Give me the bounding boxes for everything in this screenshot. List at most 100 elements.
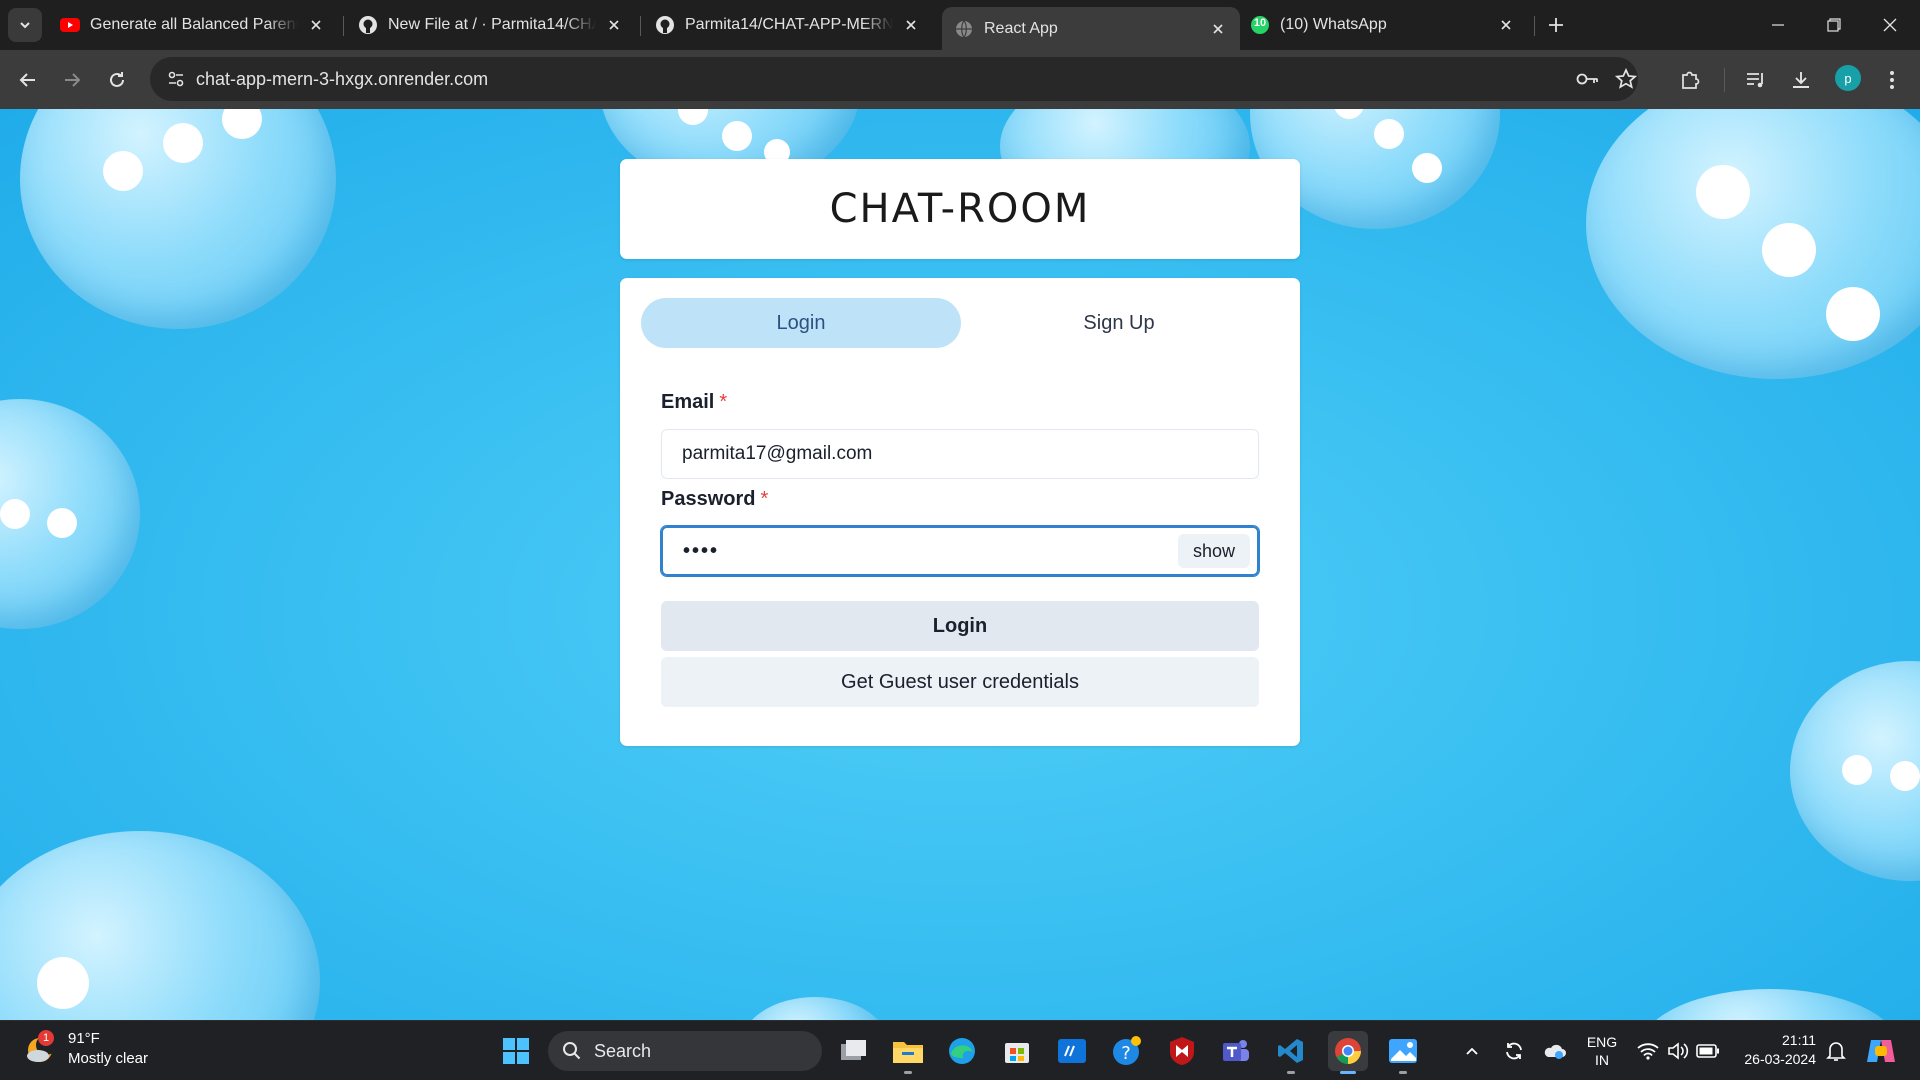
microsoft-store-app[interactable]	[997, 1031, 1037, 1071]
tab-signup[interactable]: Sign Up	[959, 298, 1279, 348]
running-indicator	[1399, 1071, 1407, 1074]
tab-search-button[interactable]	[8, 8, 42, 42]
teams-icon	[1223, 1040, 1249, 1061]
email-field[interactable]: parmita17@gmail.com	[661, 429, 1259, 479]
edge-app[interactable]	[942, 1031, 982, 1071]
decorative-bubble	[1586, 109, 1920, 379]
url-text[interactable]: chat-app-mern-3-hxgx.onrender.com	[196, 69, 488, 90]
close-tab-icon[interactable]	[1208, 19, 1228, 39]
media-control-button[interactable]	[1738, 62, 1774, 98]
more-vertical-icon	[1890, 71, 1894, 89]
close-tab-icon[interactable]	[1496, 15, 1516, 35]
teams-app[interactable]	[1216, 1031, 1256, 1071]
tab-whatsapp[interactable]: 10 (10) WhatsApp	[1238, 7, 1528, 43]
browser-menu-button[interactable]	[1874, 62, 1910, 98]
reload-icon	[110, 72, 124, 87]
start-button[interactable]	[496, 1031, 536, 1071]
sync-tray-icon[interactable]	[1500, 1021, 1528, 1080]
file-explorer-app[interactable]	[888, 1031, 928, 1074]
notifications-button[interactable]	[1822, 1021, 1850, 1080]
photos-app[interactable]	[1383, 1031, 1423, 1074]
reload-button[interactable]	[99, 62, 135, 98]
weather-widget[interactable]: 1 91°F Mostly clear	[24, 1029, 148, 1069]
tab-youtube[interactable]: Generate all Balanced Parenthe	[48, 7, 338, 43]
show-password-button[interactable]: show	[1178, 534, 1250, 568]
volume-icon[interactable]	[1664, 1021, 1692, 1080]
decorative-dot	[1762, 223, 1816, 277]
weather-condition: Mostly clear	[68, 1050, 149, 1067]
decorative-dot	[37, 957, 89, 1009]
bookmark-star-icon[interactable]	[1612, 65, 1640, 93]
decorative-dot	[1826, 287, 1880, 341]
close-icon	[1883, 18, 1897, 32]
wifi-icon[interactable]	[1634, 1021, 1662, 1080]
site-info-button[interactable]	[160, 63, 192, 95]
svg-text:?: ?	[1121, 1043, 1131, 1064]
github-icon	[655, 15, 675, 35]
restore-icon	[1827, 18, 1841, 32]
chrome-app[interactable]	[1328, 1031, 1368, 1074]
show-hidden-icons-button[interactable]	[1460, 1021, 1484, 1080]
battery-icon[interactable]	[1694, 1021, 1722, 1080]
profile-avatar[interactable]: p	[1835, 65, 1861, 91]
email-label-text: Email	[661, 391, 715, 413]
password-key-icon[interactable]	[1574, 65, 1602, 93]
task-view-button[interactable]	[834, 1031, 874, 1071]
app-header-card: CHAT-ROOM	[620, 159, 1300, 259]
login-button[interactable]: Login	[661, 601, 1259, 651]
decorative-bubble	[740, 997, 890, 1020]
forward-button[interactable]	[54, 62, 90, 98]
weather-temp: 91°F	[68, 1030, 100, 1047]
tab-github-repo[interactable]: Parmita14/CHAT-APP-MERN: Cl	[643, 7, 933, 43]
new-tab-button[interactable]	[1542, 11, 1570, 39]
queue-music-icon	[1747, 73, 1763, 88]
email-label: Email *	[661, 391, 727, 414]
task-view-icon	[841, 1040, 866, 1060]
tab-login[interactable]: Login	[641, 298, 961, 348]
guest-credentials-button[interactable]: Get Guest user credentials	[661, 657, 1259, 707]
tab-github-new-file[interactable]: New File at / · Parmita14/CHAT	[346, 7, 636, 43]
back-button[interactable]	[10, 62, 46, 98]
copilot-button[interactable]	[1862, 1021, 1900, 1080]
close-tab-icon[interactable]	[604, 15, 624, 35]
myhp-app[interactable]	[1052, 1031, 1092, 1071]
clock-time: 21:11	[1782, 1032, 1816, 1048]
weather-moon-icon: 1	[24, 1030, 58, 1066]
tab-title: React App	[984, 19, 1058, 37]
password-label-text: Password	[661, 488, 756, 510]
email-value: parmita17@gmail.com	[682, 443, 873, 464]
tab-react-app[interactable]: React App	[942, 7, 1240, 50]
decorative-dot	[1374, 119, 1404, 149]
extensions-button[interactable]	[1672, 62, 1708, 98]
taskbar-search[interactable]: Search	[548, 1031, 822, 1071]
tab-title: New File at / · Parmita14/CHAT	[388, 16, 596, 33]
download-icon	[1793, 72, 1809, 88]
mcafee-shield-icon	[1170, 1037, 1194, 1065]
vscode-app[interactable]	[1271, 1031, 1311, 1074]
tab-separator	[343, 16, 344, 36]
address-bar[interactable]: chat-app-mern-3-hxgx.onrender.com	[150, 57, 1638, 101]
close-tab-icon[interactable]	[901, 15, 921, 35]
get-help-app[interactable]: ?	[1107, 1031, 1147, 1071]
globe-icon	[954, 19, 974, 39]
page-background: CHAT-ROOM Login Sign Up Email * parmita17…	[0, 109, 1920, 1020]
github-icon	[358, 15, 378, 35]
browser-tab-strip: Generate all Balanced Parenthe New File …	[0, 0, 1920, 50]
bell-icon	[1826, 1042, 1846, 1061]
system-clock[interactable]: 21:11 26-03-2024	[1736, 1031, 1816, 1069]
arrow-right-icon	[65, 73, 81, 87]
puzzle-icon	[1682, 71, 1700, 89]
close-tab-icon[interactable]	[306, 15, 326, 35]
close-window-button[interactable]	[1862, 0, 1918, 50]
input-language[interactable]: ENG IN	[1580, 1033, 1624, 1069]
onedrive-tray-icon[interactable]	[1540, 1021, 1568, 1080]
minimize-button[interactable]	[1750, 0, 1806, 50]
downloads-button[interactable]	[1783, 62, 1819, 98]
search-icon	[563, 1042, 581, 1060]
arrow-left-icon	[19, 73, 35, 87]
chrome-icon	[1335, 1038, 1361, 1065]
mcafee-app[interactable]	[1162, 1031, 1202, 1071]
restore-button[interactable]	[1806, 0, 1862, 50]
password-field[interactable]: •••• show	[661, 526, 1259, 576]
decorative-dot	[722, 121, 752, 151]
